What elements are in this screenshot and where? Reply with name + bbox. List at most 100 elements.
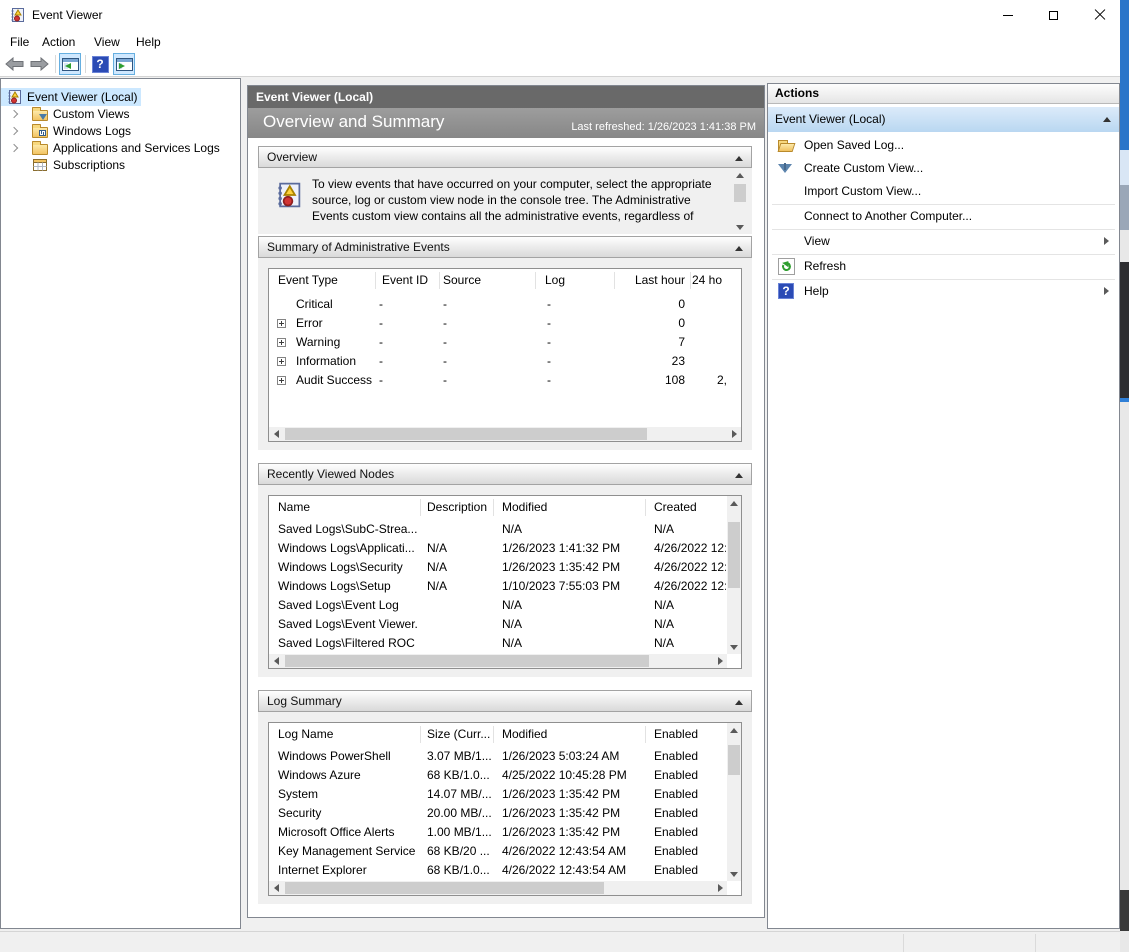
maximize-button[interactable]: [1031, 0, 1076, 30]
table-row[interactable]: Audit Success - - - 108 2,: [269, 371, 741, 390]
collapse-arrow-icon[interactable]: [1103, 117, 1111, 122]
scroll-up-icon[interactable]: [727, 723, 741, 737]
chevron-right-icon[interactable]: [10, 109, 18, 117]
menu-action[interactable]: Action: [36, 33, 81, 51]
scroll-down-icon[interactable]: [727, 867, 741, 881]
action-refresh[interactable]: Refresh: [768, 255, 1119, 278]
table-row[interactable]: Information - - - 23: [269, 352, 741, 371]
table-row[interactable]: Critical - - - 0: [269, 295, 741, 314]
column-header-enabled[interactable]: Enabled: [654, 727, 726, 741]
column-header-log-name[interactable]: Log Name: [278, 727, 418, 741]
menu-view[interactable]: View: [88, 33, 126, 51]
column-header-log[interactable]: Log: [545, 273, 565, 287]
log-summary-vertical-scrollbar[interactable]: [727, 723, 741, 881]
column-header-modified[interactable]: Modified: [502, 727, 650, 741]
tree-item-windows-logs[interactable]: Windows Logs: [1, 122, 240, 139]
collapse-arrow-icon[interactable]: [735, 700, 743, 705]
scroll-left-icon[interactable]: [269, 427, 283, 441]
scroll-up-icon[interactable]: [733, 168, 747, 182]
collapse-arrow-icon[interactable]: [735, 156, 743, 161]
action-connect-to-another-computer[interactable]: Connect to Another Computer...: [768, 205, 1119, 228]
scroll-right-icon[interactable]: [713, 654, 727, 668]
action-import-custom-view[interactable]: Import Custom View...: [768, 180, 1119, 203]
scrollbar-thumb[interactable]: [728, 745, 740, 775]
table-row[interactable]: Saved Logs\Event Viewer... N/A N/A: [269, 615, 741, 634]
overview-section-header[interactable]: Overview: [258, 146, 752, 168]
forward-button[interactable]: [28, 53, 50, 75]
sliver-segment: [1120, 890, 1129, 931]
action-view[interactable]: View: [768, 230, 1119, 253]
column-header-size[interactable]: Size (Curr...: [427, 727, 491, 741]
collapse-arrow-icon[interactable]: [735, 473, 743, 478]
table-row[interactable]: Security 20.00 MB/... 1/26/2023 1:35:42 …: [269, 804, 741, 823]
column-header-24-hours[interactable]: 24 ho: [692, 273, 741, 287]
column-header-last-hour[interactable]: Last hour: [614, 273, 685, 287]
minimize-button[interactable]: [985, 0, 1030, 30]
column-header-modified[interactable]: Modified: [502, 500, 650, 514]
help-toolbar-button[interactable]: ?: [89, 53, 111, 75]
table-row[interactable]: Saved Logs\Event Log N/A N/A: [269, 596, 741, 615]
column-header-event-id[interactable]: Event ID: [382, 273, 428, 287]
show-hide-action-pane-button[interactable]: [113, 53, 135, 75]
collapse-arrow-icon[interactable]: [735, 246, 743, 251]
action-help[interactable]: ? Help: [768, 280, 1119, 303]
close-button[interactable]: [1077, 0, 1122, 30]
action-open-saved-log[interactable]: Open Saved Log...: [768, 134, 1119, 157]
scroll-up-icon[interactable]: [727, 496, 741, 510]
modified-cell: 1/10/2023 7:55:03 PM: [502, 579, 650, 593]
table-row[interactable]: Windows Azure 68 KB/1.0... 4/25/2022 10:…: [269, 766, 741, 785]
column-header-event-type[interactable]: Event Type: [278, 273, 338, 287]
table-row[interactable]: Key Management Service 68 KB/20 ... 4/26…: [269, 842, 741, 861]
table-row[interactable]: Warning - - - 7: [269, 333, 741, 352]
table-row[interactable]: Windows Logs\Setup N/A 1/10/2023 7:55:03…: [269, 577, 741, 596]
action-create-custom-view[interactable]: Create Custom View...: [768, 157, 1119, 180]
expand-plus-icon[interactable]: [277, 357, 286, 366]
recent-vertical-scrollbar[interactable]: [727, 496, 741, 654]
expand-plus-icon[interactable]: [277, 338, 286, 347]
table-row[interactable]: Windows PowerShell 3.07 MB/1... 1/26/202…: [269, 747, 741, 766]
summary-horizontal-scrollbar[interactable]: [269, 427, 741, 441]
tree-item-custom-views[interactable]: Custom Views: [1, 105, 240, 122]
table-row[interactable]: Internet Explorer 68 KB/1.0... 4/26/2022…: [269, 861, 741, 880]
scroll-right-icon[interactable]: [727, 427, 741, 441]
column-header-created[interactable]: Created: [654, 500, 726, 514]
menu-help[interactable]: Help: [130, 33, 167, 51]
table-row[interactable]: System 14.07 MB/... 1/26/2023 1:35:42 PM…: [269, 785, 741, 804]
tree-item-event-viewer-local[interactable]: Event Viewer (Local): [1, 88, 240, 105]
scroll-down-icon[interactable]: [727, 640, 741, 654]
menu-file[interactable]: File: [4, 33, 35, 51]
scroll-left-icon[interactable]: [269, 881, 283, 895]
table-row[interactable]: Windows Logs\Security N/A 1/26/2023 1:35…: [269, 558, 741, 577]
table-row[interactable]: Saved Logs\Filtered ROC ... N/A N/A: [269, 634, 741, 653]
scroll-right-icon[interactable]: [713, 881, 727, 895]
log-summary-horizontal-scrollbar[interactable]: [269, 881, 727, 895]
chevron-right-icon[interactable]: [10, 143, 18, 151]
overview-vertical-scrollbar[interactable]: [733, 168, 747, 234]
table-row[interactable]: Microsoft Office Alerts 1.00 MB/1... 1/2…: [269, 823, 741, 842]
summary-section-header[interactable]: Summary of Administrative Events: [258, 236, 752, 258]
expand-plus-icon[interactable]: [277, 319, 286, 328]
column-header-name[interactable]: Name: [278, 500, 418, 514]
chevron-right-icon[interactable]: [10, 126, 18, 134]
scrollbar-thumb[interactable]: [285, 882, 604, 894]
table-row[interactable]: Saved Logs\SubC-Strea... N/A N/A: [269, 520, 741, 539]
column-header-description[interactable]: Description: [427, 500, 491, 514]
scrollbar-thumb[interactable]: [734, 184, 746, 202]
actions-group-event-viewer-local[interactable]: Event Viewer (Local): [768, 107, 1119, 132]
table-row[interactable]: Windows Logs\Applicati... N/A 1/26/2023 …: [269, 539, 741, 558]
show-hide-console-tree-button[interactable]: [59, 53, 81, 75]
scrollbar-thumb[interactable]: [285, 655, 649, 667]
scroll-down-icon[interactable]: [733, 220, 747, 234]
tree-item-applications-and-services-logs[interactable]: Applications and Services Logs: [1, 139, 240, 156]
back-button[interactable]: [3, 53, 25, 75]
recent-section-header[interactable]: Recently Viewed Nodes: [258, 463, 752, 485]
scrollbar-thumb[interactable]: [728, 522, 740, 588]
recent-horizontal-scrollbar[interactable]: [269, 654, 727, 668]
log-summary-section-header[interactable]: Log Summary: [258, 690, 752, 712]
scrollbar-thumb[interactable]: [285, 428, 647, 440]
column-header-source[interactable]: Source: [443, 273, 481, 287]
table-row[interactable]: Error - - - 0: [269, 314, 741, 333]
scroll-left-icon[interactable]: [269, 654, 283, 668]
tree-item-subscriptions[interactable]: Subscriptions: [1, 156, 240, 173]
expand-plus-icon[interactable]: [277, 376, 286, 385]
